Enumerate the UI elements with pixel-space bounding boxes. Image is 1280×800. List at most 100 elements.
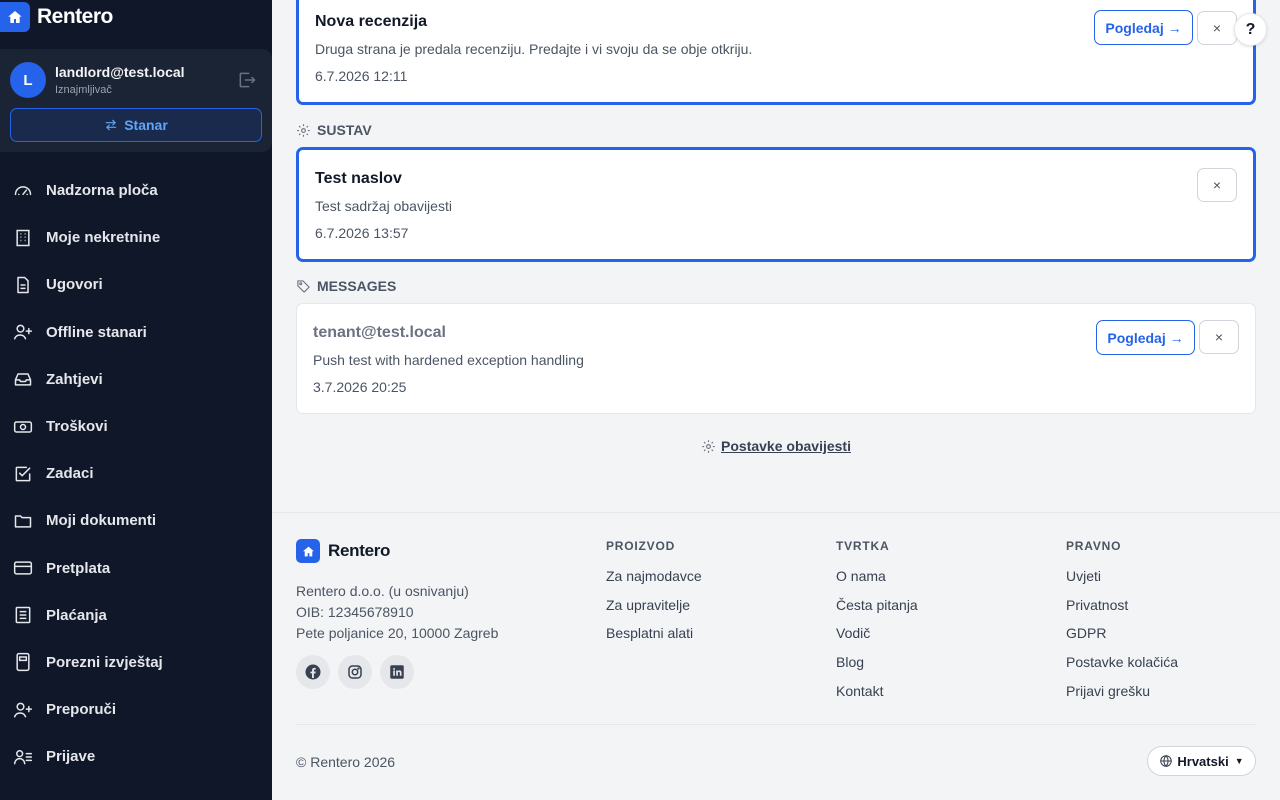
building-icon bbox=[16, 229, 30, 247]
notification-card-review: Nova recenzija Druga strana je predala r… bbox=[296, 0, 1256, 105]
sidebar-item-label: Troškovi bbox=[46, 418, 108, 436]
view-button[interactable]: Pogledaj → bbox=[1096, 320, 1195, 355]
user-card: L landlord@test.local Iznajmljivač Stana… bbox=[0, 49, 272, 152]
sidebar-item-label: Prijave bbox=[46, 748, 96, 766]
folder-icon bbox=[14, 515, 32, 528]
notification-text: Druga strana je predala recenziju. Preda… bbox=[315, 41, 753, 57]
sidebar-item-label: Moji dokumenti bbox=[46, 512, 156, 530]
sidebar-item-referrals[interactable]: Preporuči bbox=[0, 686, 272, 733]
section-label-system: SUSTAV bbox=[296, 122, 372, 138]
sidebar-item-requests[interactable]: Zahtjevi bbox=[0, 356, 272, 403]
user-email: landlord@test.local bbox=[55, 64, 185, 80]
sidebar-item-documents[interactable]: Moji dokumenti bbox=[0, 497, 272, 544]
footer-link[interactable]: Kontakt bbox=[836, 683, 918, 712]
switch-role-label: Stanar bbox=[124, 117, 168, 133]
footer-link[interactable]: Postavke kolačića bbox=[1066, 654, 1178, 683]
sidebar-item-payments[interactable]: Plaćanja bbox=[0, 592, 272, 639]
document-icon bbox=[17, 276, 29, 294]
help-button[interactable]: ? bbox=[1234, 13, 1267, 46]
facebook-icon[interactable] bbox=[296, 655, 330, 689]
language-select[interactable]: Hrvatski ▼ bbox=[1147, 746, 1256, 776]
notification-title: tenant@test.local bbox=[313, 324, 446, 341]
footer-link[interactable]: Uvjeti bbox=[1066, 568, 1178, 597]
sidebar-item-label: Nadzorna ploča bbox=[46, 182, 158, 200]
copyright: © Rentero 2026 bbox=[296, 754, 396, 770]
sidebar-item-label: Preporuči bbox=[46, 701, 117, 719]
brand-name: Rentero bbox=[37, 5, 113, 28]
footer-link[interactable]: GDPR bbox=[1066, 625, 1178, 654]
notification-card-message: tenant@test.local Push test with hardene… bbox=[296, 303, 1256, 414]
notification-date: 3.7.2026 20:25 bbox=[313, 379, 407, 395]
dismiss-button[interactable]: × bbox=[1197, 11, 1237, 45]
user-list-icon bbox=[13, 749, 33, 765]
company-address: Pete poljanice 20, 10000 Zagreb bbox=[296, 625, 499, 641]
tag-icon bbox=[297, 279, 310, 293]
notification-text: Test sadržaj obavijesti bbox=[315, 198, 452, 214]
footer-link[interactable]: Privatnost bbox=[1066, 597, 1178, 626]
linkedin-icon[interactable] bbox=[380, 655, 414, 689]
sidebar-item-dashboard[interactable]: Nadzorna ploča bbox=[0, 167, 272, 214]
main-content: Nova recenzija Druga strana je predala r… bbox=[272, 0, 1280, 800]
sidebar-item-tasks[interactable]: Zadaci bbox=[0, 450, 272, 497]
sidebar-item-subscription[interactable]: Pretplata bbox=[0, 545, 272, 592]
footer-column-title: TVRTKA bbox=[836, 539, 890, 553]
notification-settings-link[interactable]: Postavke obavijesti bbox=[272, 438, 1280, 454]
footer-link[interactable]: Blog bbox=[836, 654, 918, 683]
checkbox-icon bbox=[15, 466, 31, 482]
brand[interactable]: Rentero bbox=[0, 2, 113, 32]
footer-column-title: PROIZVOD bbox=[606, 539, 676, 553]
sidebar-item-applications[interactable]: Prijave bbox=[0, 733, 272, 780]
caret-down-icon: ▼ bbox=[1234, 756, 1244, 766]
globe-icon bbox=[1160, 754, 1173, 768]
language-label: Hrvatski bbox=[1177, 753, 1229, 769]
footer-link[interactable]: Česta pitanja bbox=[836, 597, 918, 626]
footer-link[interactable]: Za najmodavce bbox=[606, 568, 702, 597]
banknote-icon bbox=[13, 420, 33, 433]
social-links bbox=[296, 655, 414, 689]
footer-link[interactable]: Vodič bbox=[836, 625, 918, 654]
dismiss-button[interactable]: × bbox=[1199, 320, 1239, 354]
footer-divider bbox=[296, 724, 1256, 725]
credit-card-icon bbox=[13, 561, 33, 575]
gear-icon bbox=[702, 439, 715, 453]
footer-brand-name: Rentero bbox=[328, 541, 391, 560]
footer-link[interactable]: Za upravitelje bbox=[606, 597, 702, 626]
home-logo-icon bbox=[0, 2, 30, 32]
calculator-icon bbox=[16, 653, 30, 672]
home-logo-icon bbox=[296, 539, 320, 563]
footer-column-legal: PRAVNO Uvjeti Privatnost GDPR Postavke k… bbox=[1066, 539, 1178, 711]
notification-text: Push test with hardened exception handli… bbox=[313, 352, 584, 368]
sidebar-item-label: Offline stanari bbox=[46, 323, 147, 341]
section-label-messages: MESSAGES bbox=[296, 278, 396, 294]
sidebar-item-expenses[interactable]: Troškovi bbox=[0, 403, 272, 450]
sidebar-item-label: Plaćanja bbox=[46, 606, 107, 624]
instagram-icon[interactable] bbox=[338, 655, 372, 689]
sidebar-nav: Nadzorna ploča Moje nekretnine Ugovori O… bbox=[0, 167, 272, 780]
notification-settings-label: Postavke obavijesti bbox=[721, 438, 851, 454]
user-plus-icon bbox=[13, 324, 33, 340]
logout-icon[interactable] bbox=[236, 70, 258, 90]
footer-column-title: PRAVNO bbox=[1066, 539, 1122, 553]
sidebar-item-properties[interactable]: Moje nekretnine bbox=[0, 214, 272, 261]
notification-date: 6.7.2026 12:11 bbox=[315, 68, 408, 84]
company-name: Rentero d.o.o. (u osnivanju) bbox=[296, 583, 469, 599]
sidebar-item-tax-report[interactable]: Porezni izvještaj bbox=[0, 639, 272, 686]
notification-title: Test naslov bbox=[315, 170, 402, 187]
sidebar-item-label: Moje nekretnine bbox=[46, 229, 161, 247]
footer-brand[interactable]: Rentero bbox=[296, 539, 390, 563]
notification-date: 6.7.2026 13:57 bbox=[315, 225, 409, 241]
view-button[interactable]: Pogledaj → bbox=[1094, 10, 1193, 45]
footer-link[interactable]: Prijavi grešku bbox=[1066, 683, 1178, 712]
sidebar-item-label: Ugovori bbox=[46, 276, 103, 294]
user-plus-icon bbox=[13, 702, 33, 718]
sidebar-item-offline-tenants[interactable]: Offline stanari bbox=[0, 309, 272, 356]
avatar: L bbox=[10, 62, 46, 98]
dismiss-button[interactable]: × bbox=[1197, 168, 1237, 202]
footer-link[interactable]: Besplatni alati bbox=[606, 625, 702, 654]
sidebar-item-contracts[interactable]: Ugovori bbox=[0, 261, 272, 308]
switch-role-button[interactable]: Stanar bbox=[10, 108, 262, 142]
company-info: Rentero d.o.o. (u osnivanju) OIB: 123456… bbox=[296, 581, 498, 644]
company-oib: OIB: 12345678910 bbox=[296, 604, 414, 620]
sidebar-item-label: Zadaci bbox=[46, 465, 94, 483]
footer-link[interactable]: O nama bbox=[836, 568, 918, 597]
